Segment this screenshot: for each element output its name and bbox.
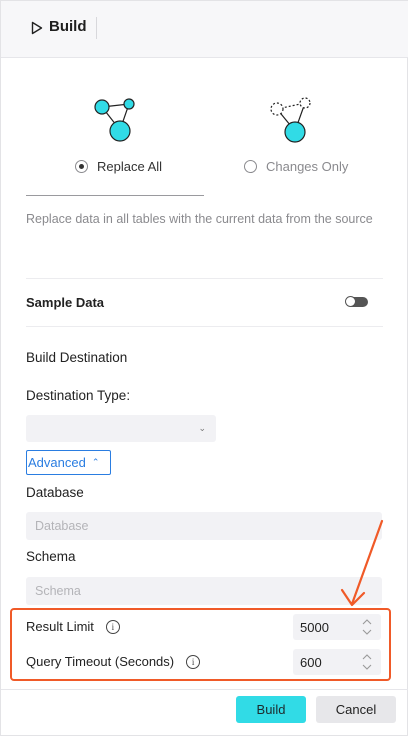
sample-data-label: Sample Data <box>26 295 105 310</box>
query-timeout-value: 600 <box>300 654 322 670</box>
advanced-label: Advanced <box>28 455 86 470</box>
annotation-arrow <box>340 519 384 607</box>
advanced-toggle-button[interactable]: Advanced ⌃ <box>26 450 111 475</box>
chevron-down-icon: ⌄ <box>198 423 206 433</box>
selected-mode-underline <box>26 195 204 196</box>
footer-divider <box>1 689 408 690</box>
query-timeout-input[interactable]: 600 <box>293 649 381 675</box>
database-input[interactable] <box>26 512 382 540</box>
sample-data-toggle[interactable] <box>345 296 368 307</box>
header-separator <box>96 17 97 39</box>
destination-type-label: Destination Type: <box>26 388 131 403</box>
result-limit-row: Result Limit i <box>26 619 120 634</box>
query-timeout-label: Query Timeout (Seconds) <box>26 654 175 669</box>
divider <box>26 326 383 327</box>
toggle-knob <box>345 296 356 307</box>
info-icon[interactable]: i <box>186 654 201 669</box>
divider <box>26 278 383 279</box>
build-destination-heading: Build Destination <box>26 350 128 365</box>
panel-header: Build <box>1 1 408 58</box>
result-limit-label: Result Limit <box>26 619 94 634</box>
changes-only-label: Changes Only <box>266 158 349 174</box>
database-label: Database <box>26 485 84 500</box>
nodes-dashed-icon[interactable] <box>262 95 362 147</box>
cancel-button[interactable]: Cancel <box>316 696 396 723</box>
replace-all-radio[interactable] <box>75 159 88 173</box>
panel-title: Build <box>49 18 87 35</box>
result-limit-value: 5000 <box>300 619 329 635</box>
build-panel: Build Replace All Changes Only Replace d… <box>0 0 408 736</box>
mode-description: Replace data in all tables with the curr… <box>26 212 373 226</box>
info-icon[interactable]: i <box>105 619 120 634</box>
stepper-icon[interactable] <box>361 652 373 672</box>
stepper-icon[interactable] <box>361 617 373 637</box>
replace-all-label: Replace All <box>97 158 163 174</box>
build-button[interactable]: Build <box>236 696 306 723</box>
result-limit-input[interactable]: 5000 <box>293 614 381 640</box>
query-timeout-row: Query Timeout (Seconds) i <box>26 654 201 669</box>
schema-label: Schema <box>26 549 76 564</box>
replace-all-option[interactable]: Replace All <box>75 156 162 176</box>
destination-type-select[interactable]: ⌄ <box>26 415 216 442</box>
nodes-solid-icon[interactable] <box>89 95 189 147</box>
changes-only-option[interactable]: Changes Only <box>244 156 348 176</box>
play-icon[interactable] <box>31 21 43 35</box>
chevron-up-icon: ⌃ <box>91 457 100 467</box>
changes-only-radio[interactable] <box>244 159 257 173</box>
schema-input[interactable] <box>26 577 382 605</box>
